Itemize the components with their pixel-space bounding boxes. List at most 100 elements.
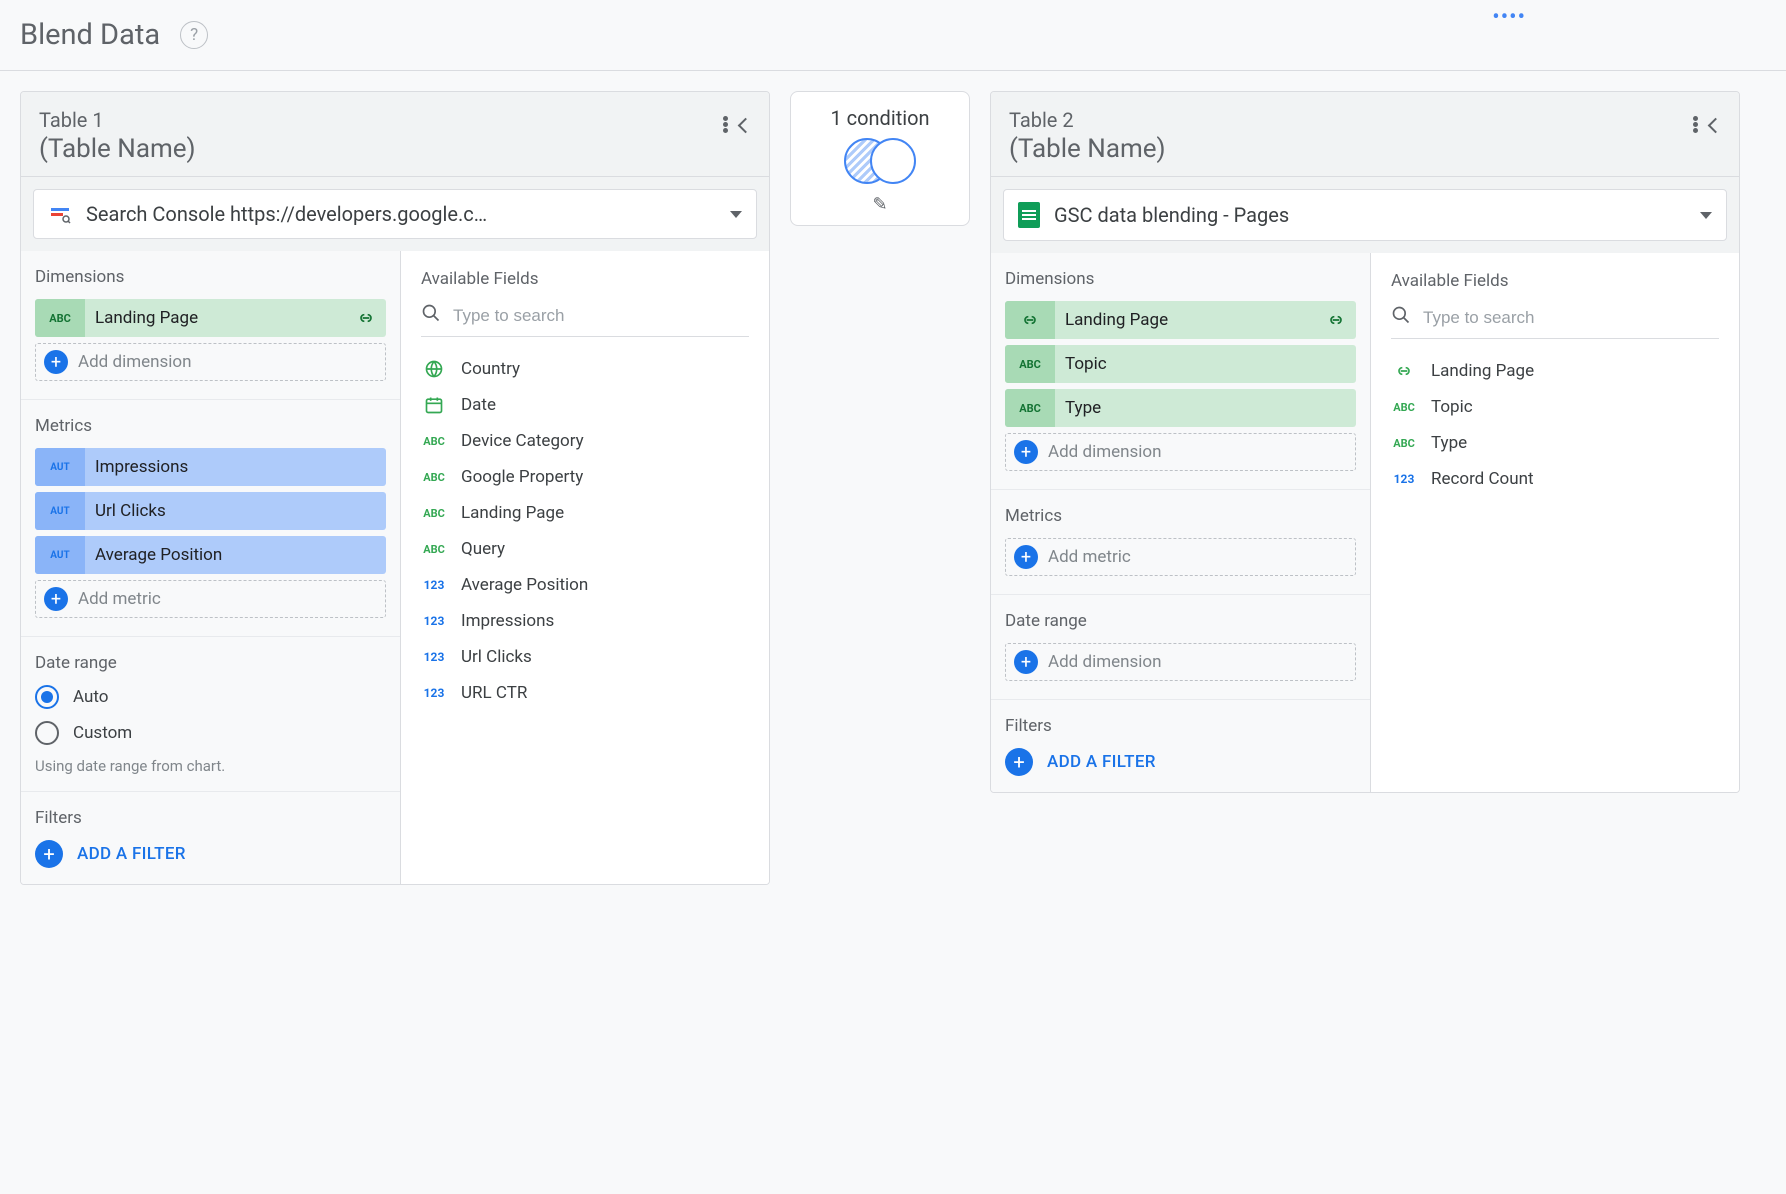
- workspace: Table 1 (Table Name) Search Console http…: [0, 71, 1786, 905]
- datasource-label: Search Console https://developers.google…: [86, 202, 716, 226]
- date-range-custom-radio[interactable]: Custom: [35, 721, 386, 745]
- google-sheets-icon: [1018, 202, 1040, 228]
- collapse-icon[interactable]: [1710, 112, 1721, 136]
- add-metric-button[interactable]: + Add metric: [35, 580, 386, 618]
- config-column: Dimensions ABC Landing Page + Add dimens…: [21, 251, 401, 884]
- field-name: Landing Page: [1431, 361, 1534, 381]
- abc-type-icon: ABC: [1391, 401, 1417, 414]
- help-icon[interactable]: ?: [180, 21, 208, 49]
- add-filter-button[interactable]: + ADD A FILTER: [35, 840, 386, 868]
- radio-selected-icon: [35, 685, 59, 709]
- table-index: Table 1: [39, 108, 723, 132]
- field-name: Date: [461, 395, 496, 415]
- type-badge: ABC: [1005, 345, 1055, 383]
- abc-type-icon: ABC: [421, 471, 447, 484]
- available-field[interactable]: ABCType: [1391, 425, 1719, 461]
- chip-label: Topic: [1055, 354, 1356, 374]
- add-metric-button[interactable]: + Add metric: [1005, 538, 1356, 576]
- search-icon: [1391, 305, 1411, 330]
- available-field[interactable]: 123Url Clicks: [421, 639, 749, 675]
- join-condition-card[interactable]: 1 condition ✎: [790, 91, 970, 226]
- metric-chip[interactable]: AUT Impressions: [35, 448, 386, 486]
- radio-icon: [35, 721, 59, 745]
- metrics-heading: Metrics: [1005, 506, 1356, 526]
- available-fields-column: Available Fields Landing Page ABCTopicABC…: [1371, 253, 1739, 792]
- metric-chip[interactable]: AUT Url Clicks: [35, 492, 386, 530]
- table-panel-2: Table 2 (Table Name) GSC data blending -…: [990, 91, 1740, 793]
- field-name: Url Clicks: [461, 647, 532, 667]
- field-name: URL CTR: [461, 683, 527, 703]
- available-field[interactable]: ABC Google Property: [421, 459, 749, 495]
- search-input[interactable]: [1423, 308, 1719, 328]
- add-dimension-button[interactable]: + Add dimension: [1005, 433, 1356, 471]
- available-field[interactable]: 123 Average Position: [421, 567, 749, 603]
- available-field[interactable]: 123URL CTR: [421, 675, 749, 711]
- field-name: Average Position: [461, 575, 588, 595]
- filters-heading: Filters: [35, 808, 386, 828]
- dimension-chip[interactable]: ABC Topic: [1005, 345, 1356, 383]
- more-options-icon[interactable]: [1693, 116, 1698, 133]
- field-name: Google Property: [461, 467, 583, 487]
- available-field[interactable]: 123Impressions: [421, 603, 749, 639]
- chip-label: Type: [1055, 398, 1356, 418]
- date-range-auto-radio[interactable]: Auto: [35, 685, 386, 709]
- table-name[interactable]: (Table Name): [39, 134, 723, 164]
- table-name[interactable]: (Table Name): [1009, 134, 1693, 164]
- dropdown-caret-icon: [730, 211, 742, 218]
- venn-diagram-icon: [840, 138, 920, 188]
- available-field[interactable]: ABCTopic: [1391, 389, 1719, 425]
- available-field[interactable]: ABCLanding Page: [421, 495, 749, 531]
- num-type-icon: 123: [421, 578, 447, 592]
- search-icon: [421, 303, 441, 328]
- add-dimension-button[interactable]: + Add dimension: [35, 343, 386, 381]
- header: Blend Data ? ••••: [0, 0, 1786, 71]
- chip-label: Url Clicks: [85, 501, 386, 521]
- available-field[interactable]: Date: [421, 387, 749, 423]
- dropdown-caret-icon: [1700, 212, 1712, 219]
- plus-icon: +: [1014, 440, 1038, 464]
- type-badge: AUT: [35, 448, 85, 486]
- filters-heading: Filters: [1005, 716, 1356, 736]
- drag-handle-icon[interactable]: ••••: [1492, 5, 1526, 30]
- link-icon: [1316, 314, 1356, 326]
- available-field[interactable]: Landing Page: [1391, 353, 1719, 389]
- search-row: [1391, 305, 1719, 339]
- num-type-icon: 123: [1391, 472, 1417, 486]
- add-date-dimension-button[interactable]: + Add dimension: [1005, 643, 1356, 681]
- field-name: Impressions: [461, 611, 554, 631]
- field-name: Record Count: [1431, 469, 1534, 489]
- available-field[interactable]: Country: [421, 351, 749, 387]
- abc-type-icon: ABC: [421, 543, 447, 556]
- dimension-chip[interactable]: Landing Page: [1005, 301, 1356, 339]
- plus-icon: +: [35, 840, 63, 868]
- collapse-icon[interactable]: [740, 112, 751, 136]
- chip-label: Impressions: [85, 457, 386, 477]
- datasource-label: GSC data blending - Pages: [1054, 203, 1686, 227]
- plus-icon: +: [1014, 545, 1038, 569]
- type-badge: [1005, 301, 1055, 339]
- datasource-select[interactable]: Search Console https://developers.google…: [33, 189, 757, 239]
- type-badge: AUT: [35, 536, 85, 574]
- available-fields-column: Available Fields CountryDateABCDevice Ca…: [401, 251, 769, 884]
- chip-label: Landing Page: [1055, 310, 1316, 330]
- search-input[interactable]: [453, 306, 749, 326]
- dimension-chip[interactable]: ABC Landing Page: [35, 299, 386, 337]
- datasource-row: GSC data blending - Pages: [991, 177, 1739, 253]
- available-field[interactable]: ABCQuery: [421, 531, 749, 567]
- table-header: Table 2 (Table Name): [991, 92, 1739, 177]
- plus-icon: +: [44, 350, 68, 374]
- dimension-chip[interactable]: ABC Type: [1005, 389, 1356, 427]
- field-name: Device Category: [461, 431, 584, 451]
- type-badge: ABC: [1005, 389, 1055, 427]
- available-field[interactable]: ABCDevice Category: [421, 423, 749, 459]
- more-options-icon[interactable]: [723, 116, 728, 133]
- datasource-select[interactable]: GSC data blending - Pages: [1003, 189, 1727, 241]
- available-fields-heading: Available Fields: [1391, 271, 1719, 291]
- chip-label: Landing Page: [85, 308, 346, 328]
- add-filter-button[interactable]: + ADD A FILTER: [1005, 748, 1356, 776]
- type-badge: AUT: [35, 492, 85, 530]
- search-row: [421, 303, 749, 337]
- metric-chip[interactable]: AUT Average Position: [35, 536, 386, 574]
- plus-icon: +: [44, 587, 68, 611]
- available-field[interactable]: 123 Record Count: [1391, 461, 1719, 497]
